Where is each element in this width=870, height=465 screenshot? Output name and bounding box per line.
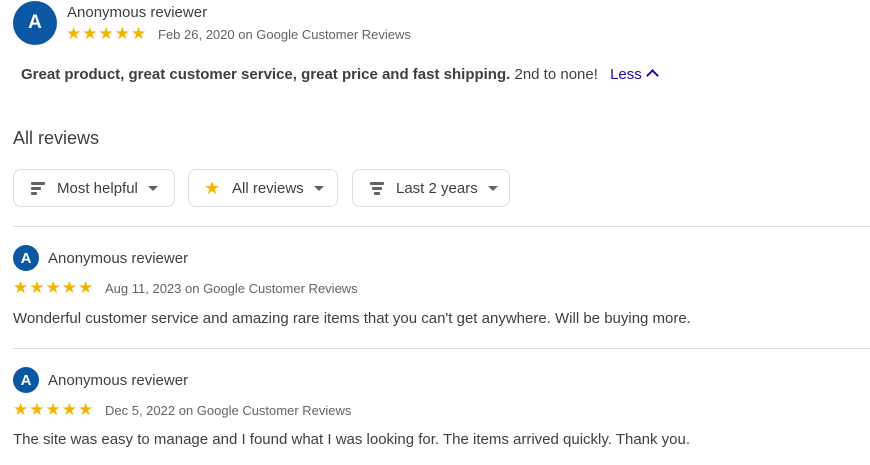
- avatar: A: [13, 245, 39, 271]
- review-text-rest: 2nd to none!: [514, 66, 598, 83]
- reviewer-name: Anonymous reviewer: [48, 372, 189, 389]
- time-filter-button[interactable]: Last 2 years: [352, 169, 510, 207]
- review-meta: Dec 5, 2022 on Google Customer Reviews: [105, 403, 352, 418]
- review-text: The site was easy to manage and I found …: [13, 431, 691, 448]
- avatar: A: [13, 1, 57, 45]
- time-filter-label: Last 2 years: [396, 179, 478, 197]
- caret-down-icon: [487, 185, 498, 191]
- reviewer-name: Anonymous reviewer: [48, 250, 189, 267]
- review-text: Great product, great customer service, g…: [21, 66, 659, 83]
- review-meta: Aug 11, 2023 on Google Customer Reviews: [105, 281, 358, 296]
- divider: [13, 348, 870, 349]
- caret-down-icon: [147, 185, 158, 191]
- sort-icon: [29, 179, 47, 197]
- rating-filter-button[interactable]: ★ All reviews: [188, 169, 338, 207]
- review-meta: Feb 26, 2020 on Google Customer Reviews: [158, 27, 411, 42]
- filter-icon: [368, 179, 386, 197]
- sort-filter-label: Most helpful: [57, 179, 138, 197]
- star-icon: ★: [204, 178, 221, 198]
- divider: [13, 226, 870, 227]
- star-rating: ★★★★★: [13, 400, 95, 419]
- star-rating: ★★★★★: [66, 24, 148, 43]
- reviewer-name: Anonymous reviewer: [67, 4, 208, 21]
- review-text-highlight: Great product, great customer service, g…: [21, 66, 511, 83]
- review-text: Wonderful customer service and amazing r…: [13, 310, 691, 327]
- section-title: All reviews: [13, 128, 100, 148]
- less-link-label: Less: [610, 66, 642, 83]
- sort-filter-button[interactable]: Most helpful: [13, 169, 175, 207]
- less-link[interactable]: Less: [610, 66, 659, 83]
- avatar: A: [13, 367, 39, 393]
- star-rating: ★★★★★: [13, 278, 95, 297]
- rating-filter-label: All reviews: [232, 179, 304, 197]
- caret-down-icon: [313, 185, 324, 191]
- chevron-up-icon: [645, 69, 659, 82]
